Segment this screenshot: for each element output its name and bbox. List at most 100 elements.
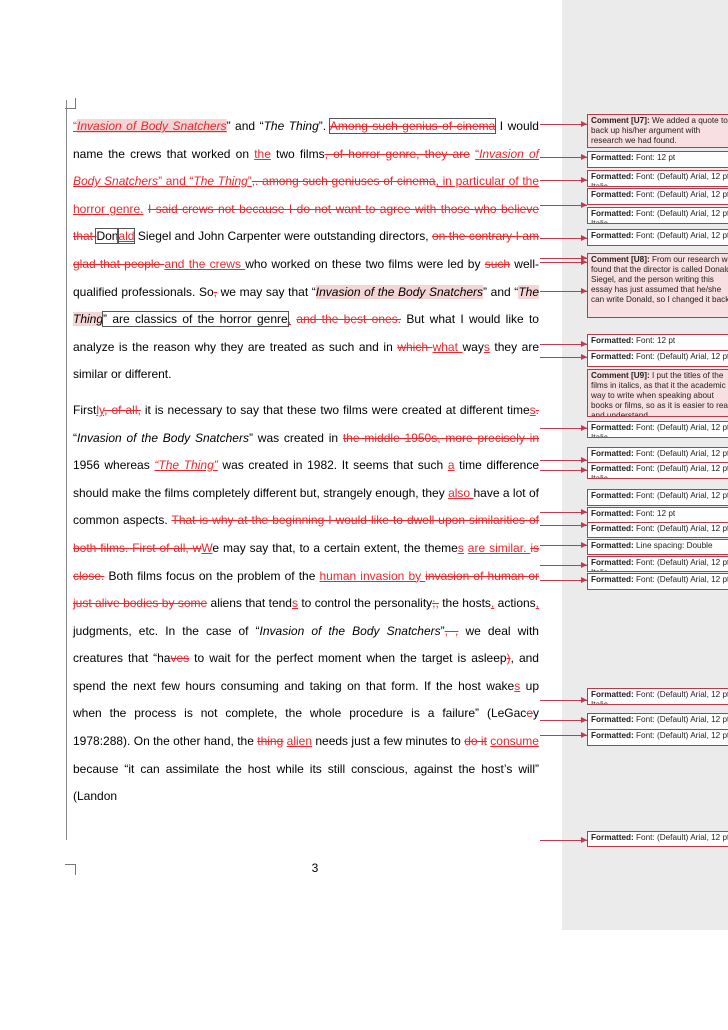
balloon-connector (540, 262, 587, 263)
connector-arrow-icon (581, 467, 587, 473)
deleted-text: Among such genius of cinema (328, 118, 497, 134)
change-bar (66, 100, 67, 840)
formatting-balloon[interactable]: Formatted: Font: (Default) Arial, 12 pt (587, 188, 728, 205)
balloon-text: Font: (Default) Arial, 12 pt (633, 449, 728, 458)
balloon-connector (540, 180, 587, 181)
deleted-text: such (484, 256, 511, 271)
inserted-text: and the crews (164, 256, 246, 271)
formatting-balloon[interactable]: Formatted: Font: (Default) Arial, 12 pt (587, 713, 728, 730)
balloon-connector (540, 460, 587, 461)
connector-arrow-icon (581, 235, 587, 241)
balloon-connector (540, 428, 587, 429)
comment-balloon[interactable]: Comment [U8]: From our research we found… (587, 253, 728, 318)
balloon-connector (540, 700, 587, 701)
text-run: ” are classics of the horror genre (102, 311, 289, 328)
text-run: ” and “ (483, 284, 519, 299)
text-run: to control the personality (297, 596, 433, 611)
balloon-label: Comment [U9]: (591, 371, 650, 380)
connector-arrow-icon (581, 542, 587, 548)
connector-arrow-icon (581, 202, 587, 208)
inserted-text: ald (117, 228, 136, 245)
text-run: aliens that tend (207, 596, 292, 611)
connector-arrow-icon (581, 425, 587, 431)
balloon-text: Font: (Default) Arial, 12 pt (633, 190, 728, 199)
text-run: 1956 whereas (73, 458, 155, 473)
deleted-text: which (397, 339, 433, 354)
formatting-balloon[interactable]: Formatted: Font: 12 pt (587, 151, 728, 168)
connector-arrow-icon (581, 732, 587, 738)
balloon-label: Formatted: (591, 172, 634, 181)
deleted-text: thing (257, 734, 284, 749)
page-number: 3 (311, 861, 319, 875)
balloon-label: Formatted: (591, 231, 634, 240)
paragraph-1[interactable]: “Invasion of Body Snatchers” and “The Th… (73, 113, 539, 389)
balloon-label: Formatted: (591, 491, 634, 500)
formatting-balloon[interactable]: Formatted: Font: 12 pt (587, 507, 728, 523)
balloon-label: Formatted: (591, 464, 634, 473)
text-run: it is necessary to say that these two fi… (140, 402, 530, 417)
formatting-balloon[interactable]: Formatted: Font: (Default) Arial, 12 pt (587, 350, 728, 367)
balloon-label: Comment [U8]: (591, 255, 650, 264)
deleted-text: e (526, 706, 533, 721)
inserted-text: a (447, 458, 455, 473)
deleted-text: . (535, 402, 539, 417)
balloon-text: Font: (Default) Arial, 12 pt (633, 491, 728, 500)
inserted-text: Invasion of Body Snatchers (77, 119, 227, 133)
page-corner-mark-bottom (65, 864, 76, 875)
balloon-text: Line spacing: Double (633, 541, 713, 550)
balloon-text: Font: 12 pt (633, 336, 676, 345)
text-run: Invasion of the Body Snatchers (259, 623, 441, 638)
inserted-text: human invasion by (319, 568, 426, 583)
text-run: way (462, 339, 484, 354)
inserted-text: W (201, 540, 213, 555)
balloon-text: Font: (Default) Arial, 12 pt (633, 231, 728, 240)
inserted-text: the (254, 146, 271, 161)
balloon-connector (540, 357, 587, 358)
connector-arrow-icon (581, 509, 587, 515)
document-page: “Invasion of Body Snatchers” and “The Th… (0, 0, 728, 1030)
text-run: Invasion of the Body Snatchers (315, 284, 484, 299)
connector-arrow-icon (581, 717, 587, 723)
formatting-balloon[interactable]: Formatted: Font: (Default) Arial, 12 pt (587, 573, 728, 590)
comment-balloon[interactable]: Comment [U9]: I put the titles of the fi… (587, 369, 728, 417)
connector-arrow-icon (581, 121, 587, 127)
text-run: actions (494, 596, 536, 611)
text-run: ”. (318, 119, 330, 133)
document-body[interactable]: “Invasion of Body Snatchers” and “The Th… (73, 113, 539, 819)
connector-arrow-icon (581, 177, 587, 183)
formatting-balloon[interactable]: Formatted: Font: (Default) Arial, 12 pt,… (587, 421, 728, 438)
formatting-balloon[interactable]: Formatted: Font: (Default) Arial, 12 pt,… (587, 556, 728, 572)
balloon-label: Formatted: (591, 731, 634, 740)
formatting-balloon[interactable]: Formatted: Font: (Default) Arial, 12 pt (587, 831, 728, 847)
paragraph-2[interactable]: Firstly, of all, it is necessary to say … (73, 397, 539, 811)
inserted-text: The Thing (193, 174, 248, 189)
formatting-balloon[interactable]: Formatted: Line spacing: Double (587, 539, 728, 555)
text-run: Don (95, 228, 120, 245)
balloon-label: Formatted: (591, 190, 634, 199)
connector-arrow-icon (581, 354, 587, 360)
comment-balloon[interactable]: Comment [U7]: We added a quote to back u… (587, 114, 728, 148)
formatting-balloon[interactable]: Formatted: Font: (Default) Arial, 12 pt,… (587, 170, 728, 187)
text-run: ” was created in (248, 430, 343, 445)
balloon-connector (540, 157, 587, 158)
balloon-label: Formatted: (591, 541, 634, 550)
text-run: was created in 1982. It seems that such (217, 458, 448, 473)
formatting-balloon[interactable]: Formatted: Font: (Default) Arial, 12 pt (587, 729, 728, 746)
connector-arrow-icon (581, 562, 587, 568)
text-run: Both films focus on the problem of the (104, 568, 320, 583)
formatting-balloon[interactable]: Formatted: Font: (Default) Arial, 12 pt,… (587, 207, 728, 224)
formatting-balloon[interactable]: Formatted: Font: (Default) Arial, 12 pt (587, 229, 728, 246)
text-run: e may say that, to a certain extent, the… (212, 540, 458, 555)
text-run: Invasion of the Body Snatchers (77, 430, 249, 445)
balloon-text: Font: (Default) Arial, 12 pt (633, 833, 728, 842)
inserted-text: s (457, 540, 464, 555)
formatting-balloon[interactable]: Formatted: Font: (Default) Arial, 12 pt (587, 522, 728, 538)
formatting-balloon[interactable]: Formatted: Font: (Default) Arial, 12 pt,… (587, 688, 728, 705)
deleted-text: and the best ones. (296, 312, 402, 327)
formatting-balloon[interactable]: Formatted: Font: 12 pt (587, 334, 728, 351)
deleted-text: , of all, (104, 402, 141, 417)
balloon-connector (540, 580, 587, 581)
formatting-balloon[interactable]: Formatted: Font: (Default) Arial, 12 pt,… (587, 462, 728, 479)
deleted-text: , of horror genre, they are (324, 146, 470, 161)
formatting-balloon[interactable]: Formatted: Font: (Default) Arial, 12 pt (587, 489, 728, 506)
